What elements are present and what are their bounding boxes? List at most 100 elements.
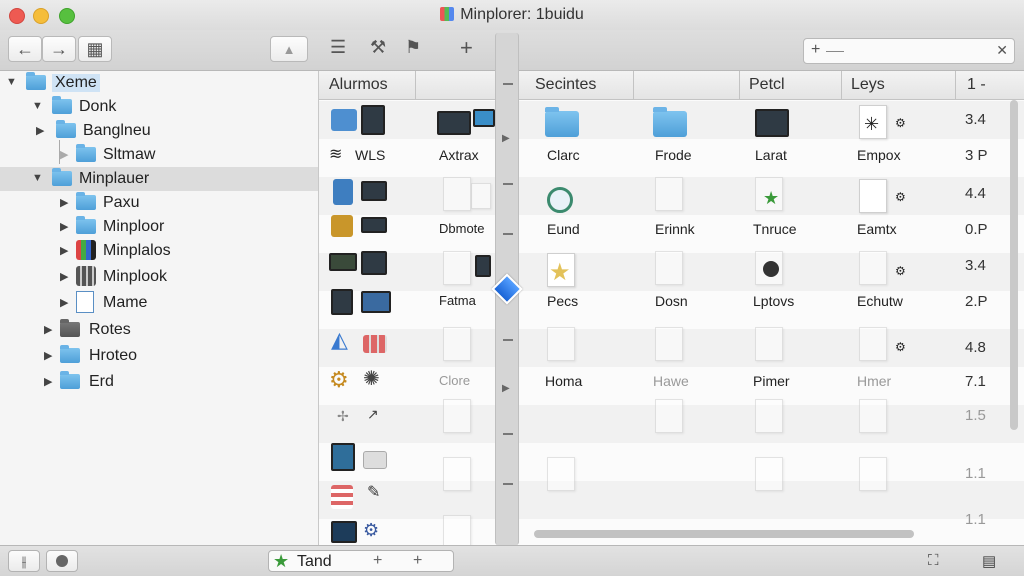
disclosure-closed-icon[interactable]: ▶ [60,270,68,283]
column-header-secintes[interactable]: Secintes [535,76,596,94]
document-icon[interactable] [443,251,471,285]
document-icon[interactable] [443,327,471,361]
document-icon[interactable] [443,515,471,549]
document-icon[interactable] [443,399,471,433]
document-icon[interactable] [547,327,575,361]
sidebar-item-minplauer[interactable]: ▼ Minplauer [0,167,318,191]
disclosure-closed-icon[interactable]: ▶ [44,349,52,362]
app-icon[interactable] [333,179,353,205]
bookmark-icon[interactable]: ⚑ [405,37,421,58]
resize-icon[interactable]: ⛶ [928,552,939,569]
sparkle-icon[interactable]: ✢ [337,409,349,423]
document-icon[interactable] [859,457,887,491]
document-icon[interactable] [755,399,783,433]
split-view-button[interactable]: ⫲ [8,550,40,572]
phone-icon[interactable] [361,105,385,135]
view-grid-button[interactable]: ▦ [78,36,112,62]
column-divider[interactable] [633,71,634,99]
document-icon[interactable] [859,251,887,285]
disclosure-closed-icon[interactable]: ▶ [44,323,52,336]
brush-icon[interactable]: ✎ [367,485,380,501]
document-icon[interactable] [859,327,887,361]
document-icon[interactable] [471,183,491,209]
grid-doc-icon[interactable] [331,485,353,509]
search-input[interactable] [848,42,992,59]
column-divider[interactable] [415,71,416,99]
up-folder-button[interactable]: ▲ [270,36,308,62]
document-icon[interactable] [755,327,783,361]
disclosure-closed-icon[interactable]: ▶ [36,124,44,137]
sidebar-item-minplook[interactable]: ▶ Minplook [0,265,318,289]
document-icon[interactable] [859,179,887,213]
monitor-icon[interactable] [361,217,387,233]
disclosure-closed-icon[interactable]: ▶ [44,375,52,388]
document-icon[interactable] [443,177,471,211]
column-divider[interactable] [955,71,956,99]
status-tag-field[interactable]: ★ Tand + + [268,550,454,572]
gear-icon[interactable]: ⚙ [329,369,349,391]
column-divider[interactable] [841,71,842,99]
archive-icon[interactable] [331,215,353,237]
plus-icon[interactable]: + [373,552,382,570]
monitor-icon[interactable] [361,181,387,201]
document-icon[interactable] [443,457,471,491]
sidebar-item-xeme[interactable]: ▼ Xeme [0,71,318,95]
disclosure-closed-icon[interactable]: ▶ [60,148,68,161]
column-header-leys[interactable]: Leys [851,76,885,94]
image-frame-icon[interactable] [363,451,387,469]
chart-triangle-icon[interactable]: ◭ [331,329,348,351]
action-button[interactable] [46,550,78,572]
vertical-scrollbar[interactable] [1010,100,1018,430]
display-icon[interactable] [473,109,495,127]
sidebar-item-minplalos[interactable]: ▶ Minplalos [0,239,318,263]
forward-button[interactable]: → [42,36,76,62]
disc-icon[interactable] [547,187,573,213]
image-icon[interactable] [331,443,355,471]
monitor-icon[interactable] [361,251,387,275]
document-icon[interactable] [547,457,575,491]
sidebar-item-hroteo[interactable]: ▶ Hroteo [0,344,318,368]
sidebar-item-paxu[interactable]: ▶ Paxu [0,191,318,215]
sidebar-item-sltmaw[interactable]: ▶ Sltmaw [0,143,318,167]
disclosure-open-icon[interactable]: ▼ [32,100,43,112]
folder-icon[interactable] [545,107,579,137]
column-divider[interactable] [739,71,740,99]
disclosure-closed-icon[interactable]: ▶ [60,220,68,233]
document-icon[interactable] [859,399,887,433]
document-icon[interactable] [655,327,683,361]
list-view-icon[interactable]: ☰ [330,37,346,58]
disclosure-closed-icon[interactable]: ▶ [60,196,68,209]
back-button[interactable]: ← [8,36,42,62]
clear-search-icon[interactable]: ✕ [996,42,1008,59]
disclosure-closed-icon[interactable]: ▶ [60,244,68,257]
sidebar-item-mame[interactable]: ▶ Mame [0,291,318,315]
add-button[interactable]: + [460,35,473,61]
chart-icon[interactable] [363,335,387,353]
panel-icon[interactable]: ▤ [982,552,996,570]
disclosure-open-icon[interactable]: ▼ [6,76,17,88]
document-icon[interactable] [755,457,783,491]
speaker-icon[interactable] [475,255,491,277]
column-header-petcl[interactable]: Petcl [749,76,785,94]
sidebar-item-donk[interactable]: ▼ Donk [0,95,318,119]
disclosure-open-icon[interactable]: ▼ [32,172,43,184]
network-icon[interactable]: ✺ [363,369,380,389]
document-icon[interactable] [655,251,683,285]
document-icon[interactable] [655,399,683,433]
search-field[interactable]: + ✕ [803,38,1015,64]
column-header-size[interactable]: 1 - [967,76,986,94]
folder-tools-icon[interactable] [331,109,357,131]
folder-icon[interactable] [653,107,687,137]
terminal-icon[interactable] [437,111,471,135]
sidebar-item-rotes[interactable]: ▶ Rotes [0,318,318,342]
server-icon[interactable] [755,109,789,137]
settings-icon[interactable]: ⚙ [363,521,379,539]
horizontal-scrollbar[interactable] [534,530,914,538]
sidebar-item-erd[interactable]: ▶ Erd [0,370,318,394]
column-header-alurmos[interactable]: Alurmos [329,76,388,94]
tools-icon[interactable]: ⚒ [370,37,386,58]
media-icon[interactable] [331,521,357,543]
disclosure-closed-icon[interactable]: ▶ [60,296,68,309]
wand-icon[interactable]: ↗ [367,407,379,421]
tools-icon[interactable] [331,289,353,315]
